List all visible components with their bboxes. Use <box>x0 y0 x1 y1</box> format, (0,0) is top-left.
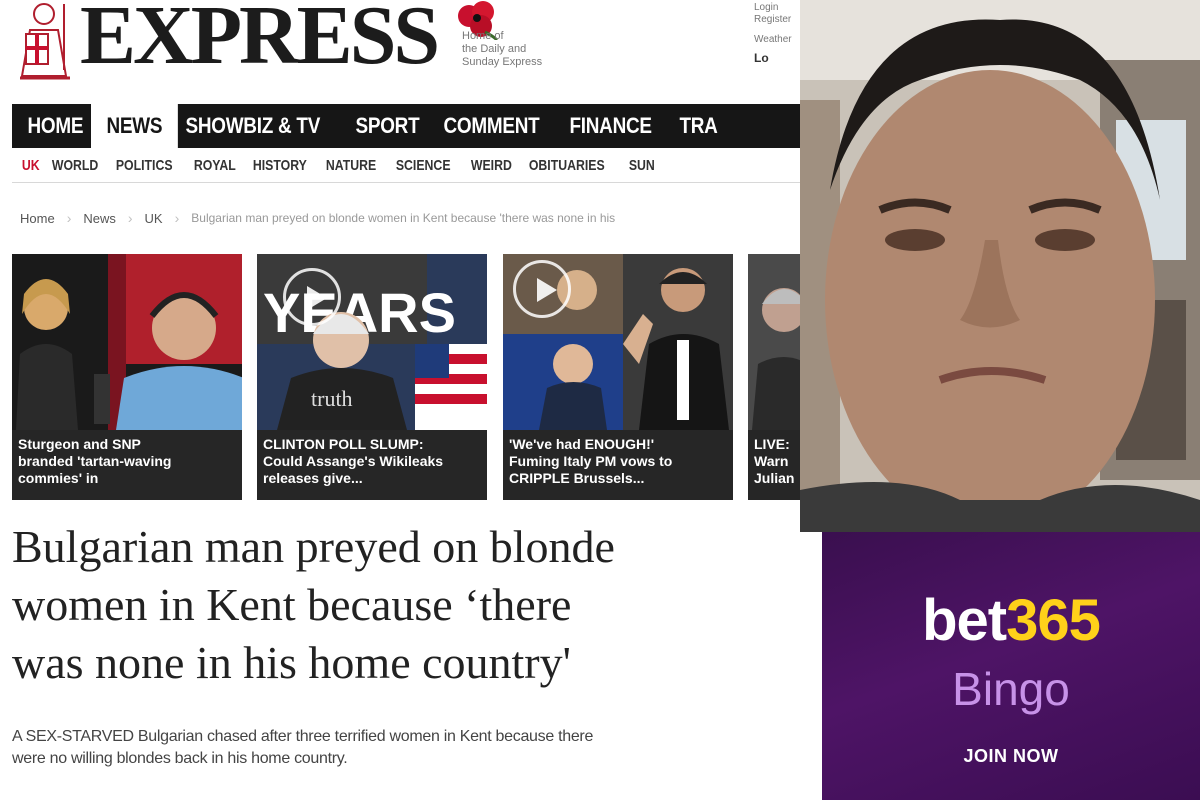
caption-line: releases give... <box>263 470 363 486</box>
story-card[interactable]: LIVE: Warn Julian <box>748 254 800 500</box>
subnav-nature[interactable]: NATURE <box>316 157 386 174</box>
story-caption: LIVE: Warn Julian <box>748 430 800 500</box>
main-nav: HOME NEWS SHOWBIZ & TV SPORT COMMENT FIN… <box>12 104 800 148</box>
headline-line: was none in his home country' <box>12 637 571 688</box>
join-now-button[interactable]: JOIN NOW <box>822 746 1200 767</box>
story-caption: 'We've had ENOUGH!' Fuming Italy PM vows… <box>503 430 733 500</box>
shirt-text: truth <box>311 386 353 411</box>
story-card[interactable]: YEARS truth CLINTON POLL SLUMP: Could As… <box>257 254 487 500</box>
ad-product: Bingo <box>952 663 1070 715</box>
site-logo[interactable]: EXPRESS <box>80 0 440 78</box>
subnav-obituaries[interactable]: OBITUARIES <box>519 157 615 174</box>
caption-line: Julian <box>754 470 794 486</box>
chevron-right-icon: › <box>66 210 72 226</box>
bet365-bingo-ad[interactable]: bet365 Bingo JOIN NOW <box>822 532 1200 800</box>
breadcrumb-uk[interactable]: UK <box>145 211 163 226</box>
ad-brand-part2: 365 <box>1006 588 1101 653</box>
caption-line: Sturgeon and SNP <box>18 436 141 452</box>
breadcrumb: Home › News › UK › Bulgarian man preyed … <box>20 206 800 230</box>
story-card[interactable]: Sturgeon and SNP branded 'tartan-waving … <box>12 254 242 500</box>
subnav-royal[interactable]: ROYAL <box>184 157 246 174</box>
caption-line: Could Assange's Wikileaks <box>263 453 444 469</box>
headline-line: women in Kent because ‘there <box>12 579 572 630</box>
caption-line: commies' in <box>18 470 99 486</box>
tagline-line: Home of <box>462 30 504 42</box>
account-links: Login Register Weather Lo <box>754 2 800 64</box>
story-caption: Sturgeon and SNP branded 'tartan-waving … <box>12 430 242 500</box>
subnav-politics[interactable]: POLITICS <box>106 157 182 174</box>
ad-brand: bet365 <box>822 592 1200 650</box>
ad-brand-part1: bet <box>922 588 1007 653</box>
masthead-tagline: Home of the Daily and Sunday Express <box>462 30 582 69</box>
weather-label: Weather <box>754 34 792 45</box>
subnav-sunday[interactable]: SUN <box>619 157 665 174</box>
nav-showbiz-tv[interactable]: SHOWBIZ & TV <box>170 104 336 148</box>
story-photo <box>12 254 242 430</box>
subnav-weird[interactable]: WEIRD <box>461 157 522 174</box>
caption-line: CLINTON POLL SLUMP: <box>263 436 424 452</box>
subnav-science[interactable]: SCIENCE <box>386 157 460 174</box>
story-photo <box>748 254 800 430</box>
register-link[interactable]: Register <box>754 14 800 26</box>
article-standfirst: A SEX-STARVED Bulgarian chased after thr… <box>12 726 802 770</box>
breadcrumb-home[interactable]: Home <box>20 211 55 226</box>
article-headline: Bulgarian man preyed on blonde women in … <box>12 518 802 692</box>
caption-line: CRIPPLE Brussels... <box>509 470 645 486</box>
play-video-icon[interactable] <box>513 260 571 318</box>
story-caption: CLINTON POLL SLUMP: Could Assange's Wiki… <box>257 430 487 500</box>
nav-finance[interactable]: FINANCE <box>554 104 667 148</box>
weather-location[interactable]: Lo <box>754 52 800 64</box>
login-link[interactable]: Login <box>754 2 800 14</box>
nav-sport[interactable]: SPORT <box>340 104 435 148</box>
breadcrumb-news[interactable]: News <box>83 211 116 226</box>
play-video-icon[interactable] <box>283 268 341 326</box>
man-selfie-photo <box>800 0 1200 532</box>
sub-nav: UK WORLD POLITICS ROYAL HISTORY NATURE S… <box>12 148 800 183</box>
caption-line: 'We've had ENOUGH!' <box>509 436 655 452</box>
nav-home[interactable]: HOME <box>12 104 99 148</box>
nav-news[interactable]: NEWS <box>90 104 178 148</box>
standfirst-line: were no willing blondes back in his home… <box>12 750 348 767</box>
tagline-line: the Daily and <box>462 43 527 55</box>
caption-line: branded 'tartan-waving <box>18 453 172 469</box>
story-card[interactable]: 'We've had ENOUGH!' Fuming Italy PM vows… <box>503 254 733 500</box>
standfirst-line: A SEX-STARVED Bulgarian chased after thr… <box>12 728 594 745</box>
crusader-logo-icon[interactable] <box>10 0 78 86</box>
chevron-right-icon: › <box>174 210 180 226</box>
tagline-line: Sunday Express <box>462 56 543 68</box>
headline-line: Bulgarian man preyed on blonde <box>12 521 615 572</box>
nav-travel[interactable]: TRA <box>664 104 733 148</box>
caption-line: LIVE: <box>754 436 790 452</box>
caption-line: Fuming Italy PM vows to <box>509 453 673 469</box>
caption-line: Warn <box>754 453 789 469</box>
chevron-right-icon: › <box>127 210 133 226</box>
nav-comment[interactable]: COMMENT <box>428 104 555 148</box>
breadcrumb-current: Bulgarian man preyed on blonde women in … <box>191 211 616 225</box>
subnav-world[interactable]: WORLD <box>42 157 108 174</box>
subnav-history[interactable]: HISTORY <box>243 157 317 174</box>
